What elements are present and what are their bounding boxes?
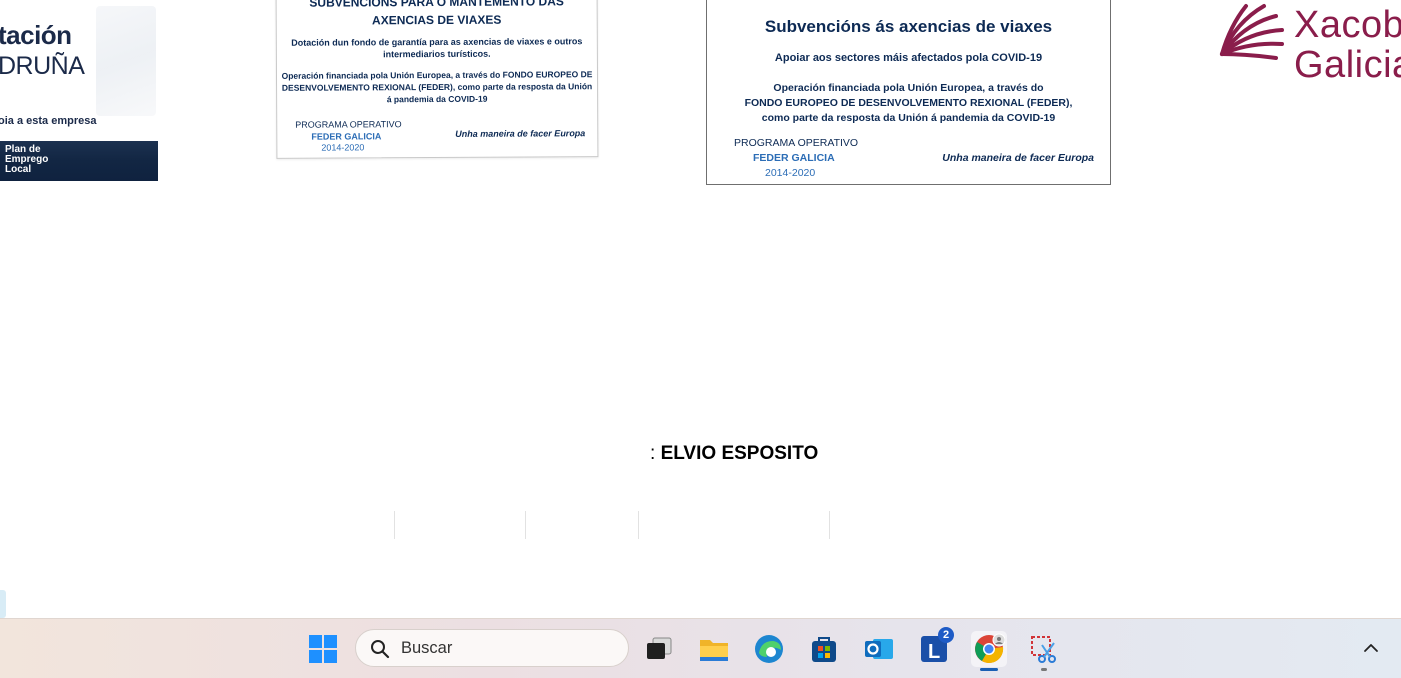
logo-watermark — [96, 6, 156, 116]
snipping-tool-icon[interactable] — [1026, 631, 1062, 671]
large-panel-para-line-1: Operación financiada pola Unión Europea,… — [773, 82, 1044, 94]
running-indicator — [1041, 668, 1047, 671]
xacobeo-galicia-logo: Xacob Galicia — [1212, 0, 1401, 95]
author-prefix: : — [650, 443, 661, 464]
chrome-icon[interactable] — [971, 631, 1007, 671]
microsoft-store-icon[interactable] — [806, 631, 842, 667]
plan-emprego-band: Plan de Emprego Local — [0, 141, 158, 181]
column-divider — [525, 511, 526, 539]
column-divider — [394, 511, 395, 539]
taskbar-search-input[interactable]: Buscar — [355, 629, 629, 667]
large-panel-para-line-2: FONDO EUROPEO DE DESENVOLVEMENTO REXIONA… — [744, 97, 1073, 109]
large-panel-subtitle: Apoiar aos sectores máis afectados pola … — [774, 52, 1043, 64]
author-name: ELVIO ESPOSITO — [660, 443, 819, 464]
small-panel-feder: FEDER GALICIA — [311, 131, 382, 142]
file-explorer-icon[interactable] — [696, 631, 732, 667]
large-panel-feder: FEDER GALICIA — [753, 152, 835, 164]
column-divider — [829, 511, 830, 539]
svg-text:L: L — [928, 641, 940, 663]
small-panel-para-2: Operación financiada pola Unión Europea,… — [281, 69, 593, 105]
running-indicator — [980, 668, 998, 671]
edge-icon[interactable] — [751, 631, 787, 667]
large-panel-years: 2014-2020 — [765, 167, 816, 179]
feder-small-panel: SUBVENCIÓNS PARA O MANTEMENTO DAS AXENCI… — [275, 0, 599, 159]
side-tab-handle[interactable] — [0, 590, 6, 618]
small-panel-title-2: AXENCIAS DE VIAXES — [371, 12, 502, 28]
small-panel-years: 2014-2020 — [321, 142, 365, 153]
band-line-3: Local — [5, 164, 32, 175]
small-panel-title-1: SUBVENCIÓNS PARA O MANTEMENTO DAS — [309, 0, 564, 10]
logo-line-2: DRUÑA — [0, 52, 85, 80]
xacobeo-word: Xacob — [1294, 4, 1401, 46]
small-panel-motto: Unha maneira de facer Europa — [455, 128, 586, 139]
large-panel-paragraph: Operación financiada pola Unión Europea,… — [707, 81, 1110, 126]
galicia-word: Galicia — [1294, 44, 1401, 86]
xacobeo-shell-icon — [1220, 4, 1284, 60]
outlook-icon[interactable] — [861, 631, 897, 667]
author-line: : ELVIO ESPOSITO — [650, 443, 818, 465]
column-divider — [638, 511, 639, 539]
windows-start-icon[interactable] — [305, 631, 341, 667]
chevron-up-icon[interactable] — [1362, 639, 1380, 657]
small-panel-para-1: Dotación dun fondo de garantía para as a… — [291, 36, 583, 60]
large-panel-para-line-3: como parte da resposta da Unión á pandem… — [761, 112, 1056, 124]
large-panel-motto: Unha maneira de facer Europa — [942, 152, 1094, 164]
logo-line-1: tación — [0, 20, 72, 50]
notification-badge: 2 — [938, 627, 954, 643]
large-panel-programa: PROGRAMA OPERATIVO — [734, 137, 859, 149]
feder-large-panel: Subvencións ás axencias de viaxes Apoiar… — [706, 0, 1111, 185]
l-app-icon[interactable]: L 2 — [916, 627, 954, 667]
windows-taskbar: Buscar L 2 — [0, 618, 1401, 678]
logo-tagline: oia a esta empresa — [0, 115, 97, 127]
small-panel-programa: PROGRAMA OPERATIVO — [295, 119, 402, 130]
search-placeholder: Buscar — [401, 639, 453, 657]
large-panel-title: Subvencións ás axencias de viaxes — [764, 17, 1053, 36]
search-icon — [371, 640, 390, 659]
diputacion-coruna-logo: tación DRUÑA oia a esta empresa Plan de … — [0, 0, 158, 181]
task-view-icon[interactable] — [641, 631, 677, 667]
